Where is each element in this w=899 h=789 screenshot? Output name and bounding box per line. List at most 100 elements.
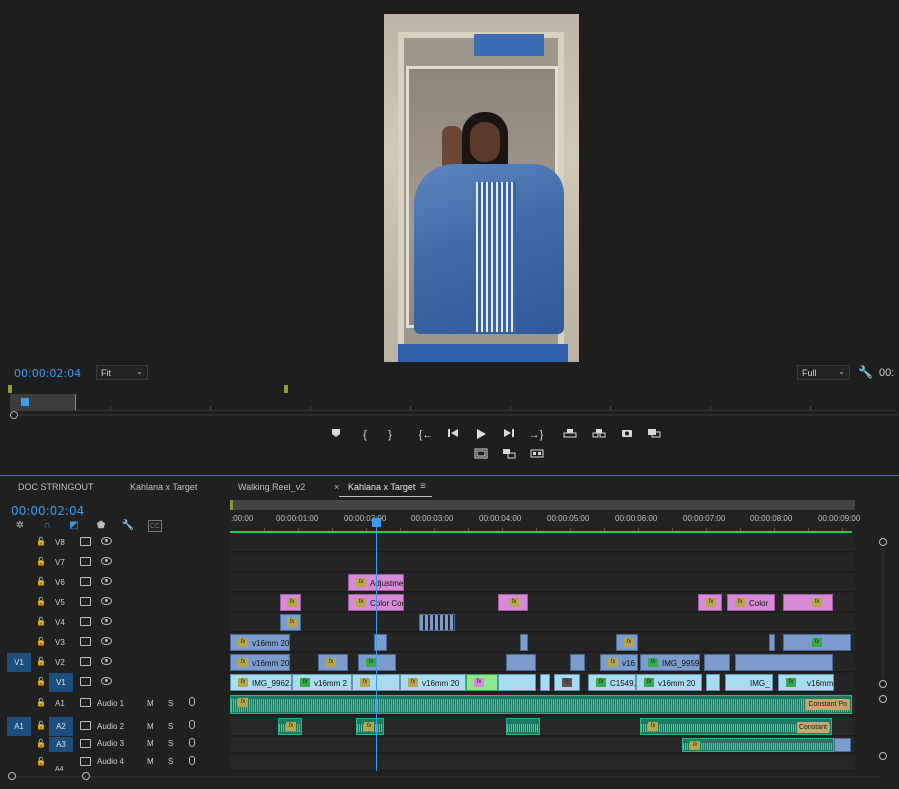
close-icon[interactable]: × xyxy=(334,482,339,492)
track-name-selected[interactable]: A3 xyxy=(49,737,73,752)
panel-menu-icon[interactable]: ≡ xyxy=(420,481,426,492)
clip-v16mm[interactable]: fx v16mm 2 xyxy=(292,674,352,691)
clip-c1549[interactable]: fx C1549.M xyxy=(588,674,636,691)
track-name[interactable]: A4 xyxy=(55,766,64,773)
monitor-zoom-scrollbar[interactable] xyxy=(18,414,898,416)
track-name[interactable]: V8 xyxy=(55,538,65,547)
clip-video[interactable] xyxy=(506,654,536,671)
clip-video[interactable]: fx xyxy=(280,614,301,631)
playback-resolution-dropdown[interactable]: Full ⌄ xyxy=(797,365,850,380)
monitor-zoom-scroll-handle[interactable] xyxy=(10,411,18,419)
clip-v16mm[interactable]: fx v16mm 20 xyxy=(400,674,466,691)
lock-icon[interactable]: 🔓 xyxy=(36,698,46,707)
comparison-view-icon[interactable] xyxy=(646,428,662,442)
solo-button[interactable]: S xyxy=(168,699,173,708)
clip-audio[interactable]: fx Constant xyxy=(640,718,832,735)
add-marker-icon[interactable]: ⬟ xyxy=(94,520,108,532)
lock-icon[interactable]: 🔓 xyxy=(36,757,46,766)
monitor-ruler-track[interactable] xyxy=(10,393,896,411)
sync-lock-icon[interactable] xyxy=(80,677,91,686)
tab-walking-reel[interactable]: Walking Reel_v2 xyxy=(238,482,305,492)
clip-video[interactable]: fx xyxy=(783,634,851,651)
vr-video-icon[interactable] xyxy=(529,448,545,462)
clip-video[interactable] xyxy=(498,674,536,691)
track-lane-a1[interactable]: fx Constant Po xyxy=(230,694,855,715)
audio-scroll-handle-bottom[interactable] xyxy=(879,752,887,760)
clip-video[interactable] xyxy=(769,634,775,651)
clip-v16mm[interactable]: fx v16mm 20 xyxy=(636,674,702,691)
wrench-icon[interactable]: 🔧 xyxy=(858,365,873,379)
clip-color[interactable]: fx xyxy=(783,594,833,611)
step-back-icon[interactable] xyxy=(445,428,461,442)
microphone-icon[interactable] xyxy=(189,738,195,747)
sync-lock-icon[interactable] xyxy=(80,757,91,766)
clip-audio-music[interactable]: fx Constant Po xyxy=(230,695,852,714)
captions-icon[interactable]: CC xyxy=(148,520,162,532)
lock-icon[interactable]: 🔓 xyxy=(36,677,46,686)
mute-button[interactable]: M xyxy=(147,699,154,708)
audio-scroll-handle-top[interactable] xyxy=(879,695,887,703)
monitor-time-ruler[interactable] xyxy=(8,383,899,413)
tab-kahlana-x-target-active[interactable]: Kahlana x Target xyxy=(348,482,415,492)
clip-img-9962[interactable]: fx IMG_9962. xyxy=(230,674,292,691)
eye-icon[interactable] xyxy=(101,537,112,545)
eye-icon[interactable] xyxy=(101,617,112,625)
clip-color[interactable]: fx xyxy=(698,594,722,611)
clip-v16mm[interactable]: fx v16mm 20 xyxy=(230,654,290,671)
timeline-playhead[interactable] xyxy=(372,518,381,527)
clip-color[interactable]: fx xyxy=(280,594,301,611)
timeline-horizontal-scrollbar[interactable] xyxy=(90,776,880,778)
track-name[interactable]: V5 xyxy=(55,598,65,607)
sync-lock-icon[interactable] xyxy=(80,698,91,707)
solo-button[interactable]: S xyxy=(168,722,173,731)
monitor-playhead[interactable] xyxy=(21,398,29,406)
lock-icon[interactable]: 🔓 xyxy=(36,537,46,546)
nest-sequence-icon[interactable]: ✲ xyxy=(13,520,27,532)
eye-icon[interactable] xyxy=(101,557,112,565)
lock-icon[interactable]: 🔓 xyxy=(36,577,46,586)
track-name[interactable]: V7 xyxy=(55,558,65,567)
track-name[interactable]: V4 xyxy=(55,618,65,627)
clip-audio[interactable] xyxy=(506,718,540,735)
timeline-timecode[interactable]: 00:00:02:04 xyxy=(11,504,84,518)
vertical-scroll-handle-bottom[interactable] xyxy=(879,680,887,688)
clip-video-short-segments[interactable] xyxy=(419,614,455,631)
track-name[interactable]: V6 xyxy=(55,578,65,587)
clip-video[interactable]: fx xyxy=(318,654,348,671)
solo-button[interactable]: S xyxy=(168,757,173,766)
sync-lock-icon[interactable] xyxy=(80,637,91,646)
track-lane-v7[interactable] xyxy=(230,553,855,572)
source-patch-v1[interactable]: V1 xyxy=(7,653,31,672)
go-to-in-icon[interactable]: {← xyxy=(418,428,434,442)
header-horizontal-scrollbar[interactable] xyxy=(16,776,86,778)
mark-in-icon[interactable]: { xyxy=(357,428,373,442)
work-area-bar[interactable] xyxy=(230,500,855,510)
time-ruler[interactable]: :00:00 00:00:01:00 00:00:02:00 00:00:03:… xyxy=(230,500,860,534)
clip-video[interactable] xyxy=(570,654,585,671)
program-video-frame[interactable] xyxy=(384,14,579,362)
playhead-timecode[interactable]: 00:00:02:04 xyxy=(14,367,81,380)
clip-video[interactable] xyxy=(706,674,720,691)
track-name-selected[interactable]: A2 xyxy=(49,717,73,736)
lock-icon[interactable]: 🔓 xyxy=(36,721,46,730)
clip-video[interactable]: fx xyxy=(616,634,638,651)
marker[interactable] xyxy=(284,385,288,393)
horizontal-scroll-handle-right[interactable] xyxy=(82,772,90,780)
clip-audio-tail[interactable] xyxy=(834,738,851,752)
clip-video[interactable] xyxy=(520,634,528,651)
track-lane-a3[interactable]: fx xyxy=(230,737,855,753)
clip-audio[interactable]: fx xyxy=(278,718,302,735)
sync-lock-icon[interactable] xyxy=(80,597,91,606)
sync-lock-icon[interactable] xyxy=(80,557,91,566)
track-name[interactable]: V2 xyxy=(55,658,65,667)
track-lane-v5[interactable]: fx fx Color Cor fx fx fx Color fx xyxy=(230,593,855,612)
horizontal-scroll-handle-left[interactable] xyxy=(8,772,16,780)
track-lane-v1[interactable]: fx IMG_9962. fx v16mm 2 fx fx v16mm 20 f… xyxy=(230,673,855,692)
clip-v16[interactable]: fx v16 xyxy=(600,654,638,671)
track-lane-v3[interactable]: fx v16mm 20 fx fx xyxy=(230,633,855,652)
vertical-scroll-handle-top[interactable] xyxy=(879,538,887,546)
eye-icon[interactable] xyxy=(101,637,112,645)
clip-color[interactable]: fx xyxy=(498,594,528,611)
sync-lock-icon[interactable] xyxy=(80,657,91,666)
eye-icon[interactable] xyxy=(101,657,112,665)
